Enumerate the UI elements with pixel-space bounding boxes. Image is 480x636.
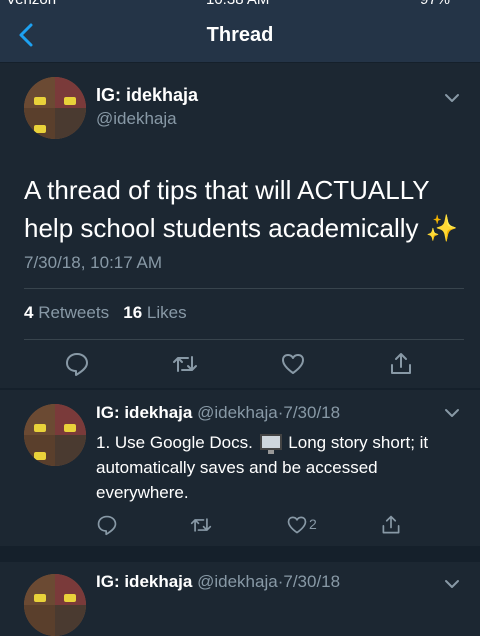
retweets-label: Retweets xyxy=(38,303,110,322)
retweets-count: 4 xyxy=(24,303,34,322)
section-separator xyxy=(0,546,480,562)
main-tweet: IG: idekhaja @idekhaja A thread of tips … xyxy=(0,63,480,390)
reply-tweet[interactable]: IG: idekhaja @idekhaja·7/30/18 1. Use Go… xyxy=(0,390,480,546)
status-bar: Verizon 10:38 AM 97% xyxy=(0,0,480,10)
sparkles-emoji: ✨ xyxy=(425,213,459,243)
reply-text: 1. Use Google Docs. Long story short; it… xyxy=(96,430,456,505)
share-icon[interactable] xyxy=(388,351,414,377)
share-icon[interactable] xyxy=(380,514,402,536)
retweets-stat[interactable]: 4 Retweets xyxy=(24,303,109,322)
likes-stat[interactable]: 16 Likes xyxy=(123,303,186,322)
heart-icon[interactable] xyxy=(286,514,308,536)
reply-icon[interactable] xyxy=(64,351,90,377)
tweet-timestamp: 7/30/18, 10:17 AM xyxy=(24,253,162,272)
heart-icon[interactable] xyxy=(280,351,306,377)
retweet-icon[interactable] xyxy=(190,514,212,536)
reply-date: 7/30/18 xyxy=(283,403,341,422)
reply-text-start: 1. Use Google Docs. xyxy=(96,433,258,452)
divider xyxy=(24,339,464,340)
reply-author-handle[interactable]: @idekhaja xyxy=(197,403,278,422)
chevron-down-icon[interactable] xyxy=(444,93,460,103)
tweet-body: A thread of tips that will ACTUALLY help… xyxy=(24,175,430,243)
reply-icon[interactable] xyxy=(96,514,118,536)
reply-meta: IG: idekhaja @idekhaja·7/30/18 xyxy=(96,572,340,592)
likes-count: 16 xyxy=(123,303,143,322)
carrier-label: Verizon xyxy=(6,0,56,8)
avatar[interactable] xyxy=(24,404,86,466)
author-handle[interactable]: @idekhaja xyxy=(96,109,177,129)
reply-meta: IG: idekhaja @idekhaja·7/30/18 xyxy=(96,403,340,423)
reply-tweet[interactable]: IG: idekhaja @idekhaja·7/30/18 xyxy=(0,562,480,636)
likes-label: Likes xyxy=(146,303,187,322)
reply-author-name[interactable]: IG: idekhaja xyxy=(96,403,192,422)
divider xyxy=(24,288,464,289)
retweet-icon[interactable] xyxy=(172,351,198,377)
clock-label: 10:38 AM xyxy=(206,0,269,8)
battery-label: 97% xyxy=(420,0,450,8)
reply-date: 7/30/18 xyxy=(283,572,341,591)
navigation-bar: Thread xyxy=(0,10,480,63)
tweet-stats: 4 Retweets 16 Likes xyxy=(24,303,187,323)
reply-like-count: 2 xyxy=(309,516,317,532)
author-name[interactable]: IG: idekhaja xyxy=(96,85,198,106)
chevron-down-icon[interactable] xyxy=(444,579,460,589)
avatar[interactable] xyxy=(24,574,86,636)
reply-author-handle[interactable]: @idekhaja xyxy=(197,572,278,591)
page-title: Thread xyxy=(206,24,274,46)
computer-icon xyxy=(259,434,282,454)
reply-author-name[interactable]: IG: idekhaja xyxy=(96,572,192,591)
tweet-text: A thread of tips that will ACTUALLY help… xyxy=(24,171,464,247)
avatar[interactable] xyxy=(24,77,86,139)
chevron-down-icon[interactable] xyxy=(444,408,460,418)
